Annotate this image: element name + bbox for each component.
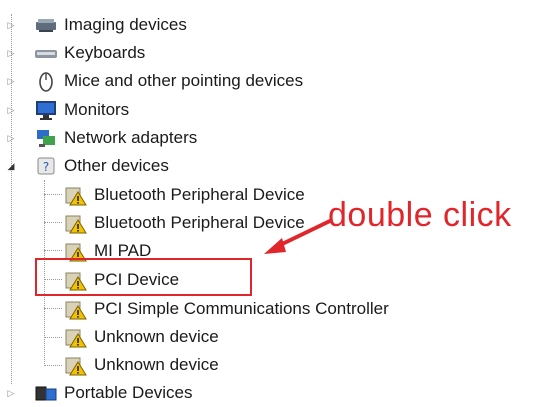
warning-device-icon	[64, 212, 88, 234]
tree-connector	[44, 222, 62, 223]
arrow-icon	[264, 218, 333, 254]
warning-device-icon	[64, 298, 88, 320]
tree-item-label: Keyboards	[64, 43, 146, 62]
tree-item-label: PCI Simple Communications Controller	[94, 299, 389, 318]
tree-item-portable-devices[interactable]: ▷ Portable Devices	[0, 379, 193, 407]
mouse-icon	[34, 70, 58, 92]
tree-child-bluetooth-peripheral-1[interactable]: Bluetooth Peripheral Device	[64, 181, 305, 209]
expand-arrow-icon[interactable]: ▷	[6, 388, 16, 398]
tree-child-pci-simple-comm-controller[interactable]: PCI Simple Communications Controller	[64, 295, 389, 323]
tree-item-label: Unknown device	[94, 355, 219, 374]
annotation-text: double click	[328, 196, 512, 234]
unknown-device-icon: ?	[34, 155, 58, 177]
tree-connector	[44, 194, 62, 195]
tree-item-label: Bluetooth Peripheral Device	[94, 185, 305, 204]
device-tree: ▷ Imaging devices ▷ Keyboards ▷ Mice and…	[0, 0, 542, 402]
monitor-icon	[34, 99, 58, 121]
tree-connector	[44, 365, 62, 366]
expand-arrow-icon[interactable]: ▷	[6, 76, 16, 86]
tree-connector	[44, 250, 62, 251]
tree-item-mice[interactable]: ▷ Mice and other pointing devices	[0, 67, 303, 95]
highlight-box	[35, 258, 252, 296]
keyboard-icon	[34, 42, 58, 64]
tree-item-keyboards[interactable]: ▷ Keyboards	[0, 39, 146, 67]
tree-child-unknown-device-1[interactable]: Unknown device	[64, 323, 219, 351]
tree-item-network-adapters[interactable]: ▷ Network adapters	[0, 124, 197, 152]
warning-device-icon	[64, 354, 88, 376]
svg-text:?: ?	[43, 160, 49, 174]
expand-arrow-icon[interactable]: ▷	[6, 20, 16, 30]
tree-connector	[44, 337, 62, 338]
network-adapter-icon	[34, 127, 58, 149]
tree-item-imaging-devices[interactable]: ▷ Imaging devices	[0, 11, 187, 39]
tree-item-label: Mice and other pointing devices	[64, 71, 304, 90]
tree-item-label: Network adapters	[64, 128, 198, 147]
tree-item-monitors[interactable]: ▷ Monitors	[0, 96, 129, 124]
tree-child-unknown-device-2[interactable]: Unknown device	[64, 351, 219, 379]
scanner-icon	[34, 14, 58, 36]
warning-device-icon	[64, 184, 88, 206]
tree-item-label: Imaging devices	[64, 15, 187, 34]
expand-arrow-icon[interactable]: ▷	[6, 133, 16, 143]
collapse-arrow-icon[interactable]: ◢	[6, 161, 16, 171]
tree-item-label: Other devices	[64, 156, 169, 175]
tree-item-label: Monitors	[64, 100, 130, 119]
tree-item-label: Portable Devices	[64, 383, 193, 402]
tree-item-other-devices[interactable]: ◢ ? Other devices	[0, 152, 169, 180]
tree-item-label: Unknown device	[94, 327, 219, 346]
warning-device-icon	[64, 326, 88, 348]
expand-arrow-icon[interactable]: ▷	[6, 48, 16, 58]
expand-arrow-icon[interactable]: ▷	[6, 105, 16, 115]
tree-connector	[44, 308, 62, 309]
